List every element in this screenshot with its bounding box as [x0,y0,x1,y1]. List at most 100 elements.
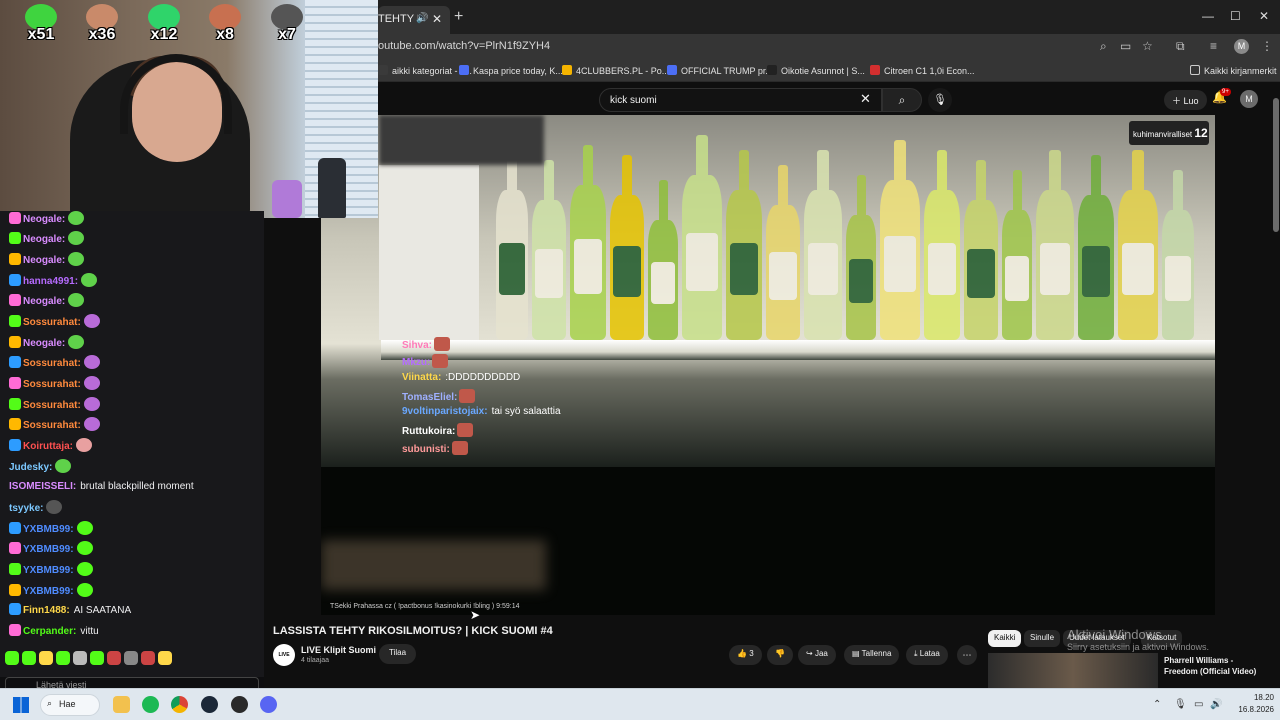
emote-icon[interactable] [73,651,87,665]
bookmark-item[interactable]: Citroen C1 1,0i Econ... [870,65,975,76]
maximize-icon[interactable]: ☐ [1230,9,1241,23]
chrome-icon[interactable] [171,696,188,713]
url-field[interactable]: outube.com/watch?v=PlrN1f9ZYH4 [378,40,550,52]
chat-username[interactable]: Neogale: [23,234,65,245]
chip-for-you[interactable]: Sinulle [1024,630,1061,647]
spotify-icon[interactable] [142,696,159,713]
share-button[interactable]: ↪ Jaa [798,645,836,665]
chat-text: brutal blackpilled moment [80,481,194,492]
channel-name[interactable]: LIVE Klipit Suomi [301,645,376,655]
bookmark-item[interactable]: Oikotie Asunnot | S... [767,65,865,76]
emote-icon[interactable] [141,651,155,665]
microphone-icon[interactable]: 🎙 [1174,699,1187,710]
file-explorer-icon[interactable] [113,696,130,713]
download-icon: ⤓ [914,649,918,658]
chat-username[interactable]: Finn1488: [23,605,70,616]
obs-icon[interactable] [231,696,248,713]
steam-icon[interactable] [201,696,218,713]
media-control-icon[interactable]: ≡ [1210,39,1217,53]
overlay-chat-line: 9voltinparistojaix: tai syö salaattia [402,406,622,423]
tray-chevron-icon[interactable]: ⌃ [1153,699,1161,710]
new-tab-icon[interactable]: + [454,8,463,26]
overlay-chat-user: TomasEliel: [402,391,458,403]
emote-icon[interactable] [39,651,53,665]
bookmark-star-icon[interactable]: ☆ [1142,39,1153,53]
clock[interactable]: 18.20 16.8.2026 [1238,692,1274,716]
emote-icon[interactable] [107,651,121,665]
chat-username[interactable]: Koiruttaja: [23,441,73,452]
emote-icon[interactable] [124,651,138,665]
chat-username[interactable]: YXBMB99: [23,544,74,555]
emote-bar[interactable] [5,651,175,669]
subscribe-button[interactable]: Tilaa [379,644,417,664]
dislike-button[interactable]: 👎 [767,645,793,665]
browser-tab-active[interactable]: TEHTY RIKO 🔊 ✕ [378,6,450,34]
chat-username[interactable]: Neogale: [23,214,65,225]
network-icon[interactable]: ▭ [1194,699,1203,710]
chat-username[interactable]: tsyyke: [9,503,43,514]
close-window-icon[interactable]: ✕ [1259,9,1269,23]
chat-username[interactable]: Neogale: [23,296,65,307]
emote-icon[interactable] [5,651,19,665]
video-player[interactable]: kuhimanviralliset 12 Sihva: Mkzu: Viinatta… [321,115,1215,615]
chat-input[interactable]: Lähetä viesti [5,677,259,688]
taskbar-search[interactable]: ⌕ Hae [40,694,100,716]
chat-message: Judesky: [9,459,72,475]
voice-search-icon[interactable]: 🎙 [928,88,952,112]
chat-badge-icon [9,584,21,596]
channel-avatar[interactable]: LIVE [273,644,295,666]
search-input[interactable]: kick suomi [599,88,882,112]
chat-username[interactable]: hanna4991: [23,276,78,287]
bookmark-item[interactable]: 4CLUBBERS.PL - Po... [562,65,669,76]
chat-emote-icon [76,562,93,576]
cast-icon[interactable]: ▭ [1120,39,1131,53]
discord-icon[interactable] [260,696,277,713]
tab-audio-icon[interactable]: 🔊 [416,6,428,32]
create-button[interactable]: ＋ Luo [1164,90,1207,110]
bookmark-item[interactable]: OFFICIAL TRUMP pr... [667,65,773,76]
chat-username[interactable]: Sossurahat: [23,358,81,369]
tab-close-icon[interactable]: ✕ [432,6,442,32]
minimize-icon[interactable]: — [1202,9,1214,23]
download-button[interactable]: ⤓ Lataa [906,645,948,665]
recommended-video-title[interactable]: Pharrell Williams - Freedom (Official Vi… [1164,655,1264,677]
bookmark-item[interactable]: aikki kategoriat - T... [378,65,472,76]
extensions-icon[interactable]: ⧉ [1176,39,1185,54]
chat-username[interactable]: Sossurahat: [23,400,81,411]
page-scrollbar[interactable] [1272,86,1280,678]
youtube-avatar[interactable]: M [1240,90,1258,108]
save-button[interactable]: ▤ Tallenna [844,645,900,665]
chip-all[interactable]: Kaikki [988,630,1022,647]
chat-username[interactable]: Judesky: [9,462,52,473]
search-button[interactable]: ⌕ [882,88,922,112]
emote-icon [459,388,476,403]
chat-username[interactable]: Sossurahat: [23,379,81,390]
volume-icon[interactable]: 🔊 [1210,699,1222,710]
chat-username[interactable]: YXBMB99: [23,586,74,597]
create-label: Luo [1183,96,1199,106]
browser-menu-icon[interactable]: ⋮ [1261,39,1273,53]
all-bookmarks[interactable]: Kaikki kirjanmerkit [1190,65,1277,76]
chat-username[interactable]: Neogale: [23,338,65,349]
chat-username[interactable]: YXBMB99: [23,524,74,535]
windows-start-icon[interactable] [13,697,29,713]
chat-username[interactable]: YXBMB99: [23,565,74,576]
emote-icon[interactable] [56,651,70,665]
bookmark-item[interactable]: Kaspa price today, K... [459,65,563,76]
emote-icon[interactable] [22,651,36,665]
profile-avatar[interactable]: M [1234,39,1249,54]
chat-username[interactable]: Sossurahat: [23,420,81,431]
emote-icon[interactable] [158,651,172,665]
emote-icon[interactable] [90,651,104,665]
zoom-icon[interactable]: ⌕ [1100,39,1107,54]
scroll-thumb[interactable] [1273,98,1279,232]
search-icon: ⌕ [47,698,53,708]
more-actions-icon[interactable]: ⋯ [957,645,977,665]
like-button[interactable]: 👍 3 [729,645,762,665]
chat-username[interactable]: ISOMEISSELI: [9,481,76,492]
chat-username[interactable]: Neogale: [23,255,65,266]
chat-username[interactable]: Sossurahat: [23,317,81,328]
clear-search-icon[interactable]: ✕ [860,91,871,107]
recommended-video-thumbnail[interactable] [988,653,1158,688]
chat-username[interactable]: Cerpander: [23,626,76,637]
